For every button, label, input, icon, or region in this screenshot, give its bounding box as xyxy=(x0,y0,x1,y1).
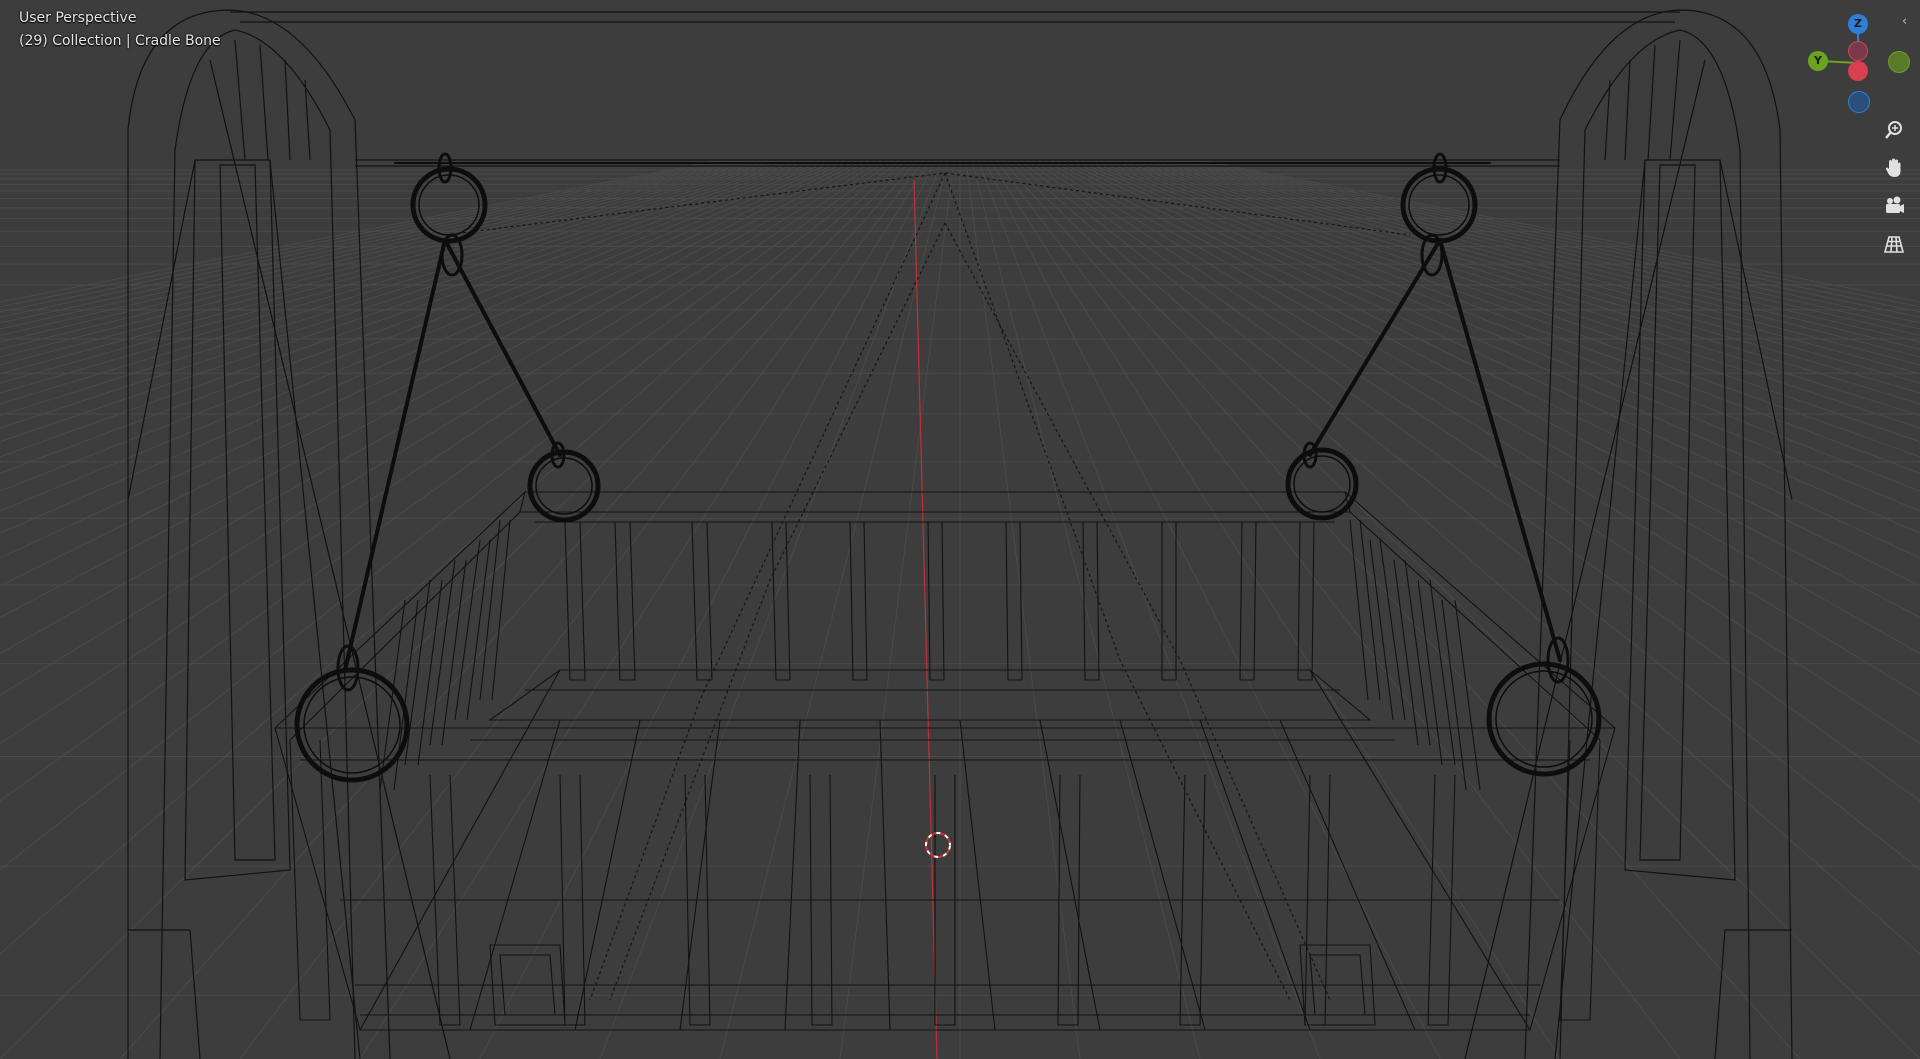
grid-line xyxy=(1127,159,1920,384)
3d-cursor xyxy=(925,832,951,858)
grid-line xyxy=(0,159,793,384)
grid-line xyxy=(971,159,1201,1059)
grid-line xyxy=(1007,159,1920,1059)
camera-view-button[interactable] xyxy=(1878,190,1910,222)
grid-line xyxy=(719,159,949,1059)
grid-line xyxy=(1031,159,1920,745)
grid-line xyxy=(0,159,895,802)
x-axis-line xyxy=(913,179,938,1059)
grid-line xyxy=(1085,159,1920,474)
gizmo-x-axis[interactable] xyxy=(1848,61,1868,81)
armature-dotted-lines xyxy=(444,172,1411,1001)
grid-line xyxy=(1091,159,1920,458)
zoom-icon xyxy=(1885,121,1902,139)
grid-line xyxy=(977,159,1321,1059)
cradle-basket xyxy=(274,491,1616,1031)
camera-icon xyxy=(1886,196,1904,213)
grid-line xyxy=(0,159,901,871)
grid-line xyxy=(0,159,883,696)
ortho-grid-icon xyxy=(1883,236,1905,253)
grid-line xyxy=(1193,159,1920,308)
grid-line xyxy=(599,159,943,1059)
view-perspective-label: User Perspective xyxy=(19,10,137,26)
grid-line xyxy=(0,159,799,394)
grid-line xyxy=(0,159,739,318)
grid-line xyxy=(1121,159,1920,394)
grid-line xyxy=(983,159,1441,1059)
grid-line xyxy=(1079,159,1920,492)
grid-line xyxy=(1001,159,1801,1059)
grid-line xyxy=(0,159,733,313)
grid-line xyxy=(0,159,829,458)
gizmo-neg-z-axis[interactable] xyxy=(1848,91,1870,113)
grid-line xyxy=(0,159,841,492)
rings xyxy=(294,152,1602,783)
grid-line xyxy=(0,159,775,358)
grid-line xyxy=(0,159,823,443)
wireframe-scene[interactable] xyxy=(0,0,1920,1059)
grid-line xyxy=(0,159,757,336)
gizmo-neg-x-axis[interactable] xyxy=(1848,41,1868,61)
gizmo-neg-y-axis[interactable] xyxy=(1888,51,1910,73)
grid-line xyxy=(0,159,727,308)
navigation-gizmo[interactable]: Z Y xyxy=(1800,10,1920,120)
grid-line xyxy=(1175,159,1920,324)
view-collection-info: (29) Collection | Cradle Bone xyxy=(19,33,221,49)
gizmo-y-axis[interactable]: Y xyxy=(1808,51,1828,71)
grid-line xyxy=(0,159,781,366)
zoom-button[interactable] xyxy=(1878,114,1910,146)
pan-button[interactable] xyxy=(1878,152,1910,184)
grid-line xyxy=(839,159,955,1059)
grid-line xyxy=(1097,159,1920,443)
grid-line xyxy=(1145,159,1920,358)
grid-line xyxy=(1019,159,1920,871)
grid-line xyxy=(1103,159,1920,429)
hand-pan-icon xyxy=(1885,158,1901,177)
orthographic-toggle-button[interactable] xyxy=(1878,228,1910,260)
grid-line xyxy=(119,159,919,1059)
grid-line xyxy=(989,159,1561,1059)
grid-line xyxy=(359,159,931,1059)
grid-line xyxy=(0,159,889,745)
grid-line xyxy=(1043,159,1920,655)
grid-line xyxy=(1181,159,1920,318)
gizmo-z-axis[interactable]: Z xyxy=(1848,14,1868,34)
3d-viewport[interactable]: User Perspective (29) Collection | Cradl… xyxy=(0,0,1920,1059)
